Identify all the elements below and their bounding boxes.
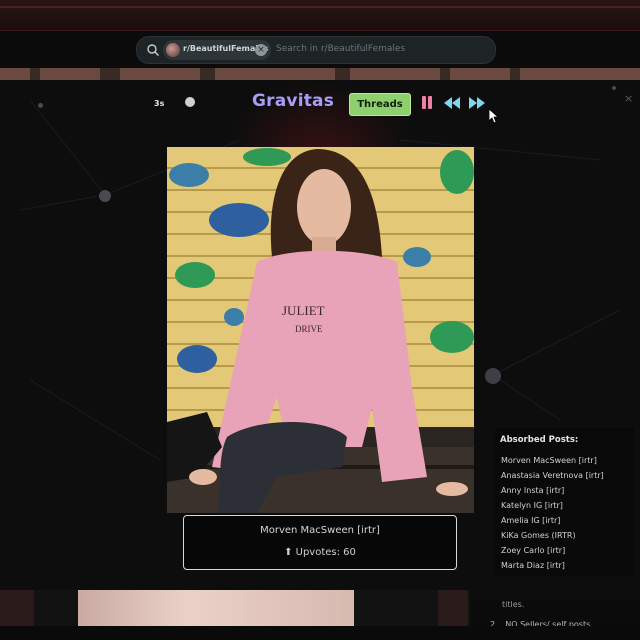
clear-chip-icon[interactable]: ×	[255, 44, 267, 56]
network-node	[99, 190, 111, 202]
post-image[interactable]: JULIET DRIVE	[167, 147, 474, 513]
close-icon[interactable]: ×	[624, 92, 633, 105]
background-thumbnail	[438, 590, 468, 626]
fast-forward-icon[interactable]	[468, 95, 486, 111]
background-thumbnail-strip	[0, 68, 640, 80]
threads-button[interactable]: Threads	[349, 93, 411, 116]
svg-text:DRIVE: DRIVE	[295, 324, 323, 334]
background-action-bar	[0, 626, 640, 640]
post-caption: Morven MacSween [irtr] ⬆ Upvotes: 60	[183, 515, 457, 570]
absorbed-post-item[interactable]: Zoey Carlo [irtr]	[501, 543, 604, 558]
pause-icon[interactable]	[420, 95, 434, 111]
post-title: Morven MacSween [irtr]	[260, 525, 380, 536]
absorbed-posts-heading: Absorbed Posts:	[500, 435, 579, 445]
background-thumbnail	[78, 590, 354, 626]
background-rule-text: titles.	[502, 600, 525, 609]
mouse-cursor-icon	[489, 109, 499, 124]
slideshow-timer: 3s	[154, 99, 165, 108]
absorbed-posts-panel: Absorbed Posts: Morven MacSween [irtr] A…	[495, 428, 634, 576]
background-thumbnail	[0, 590, 34, 626]
community-avatar	[166, 43, 180, 57]
absorbed-post-item[interactable]: Katelyn IG [irtr]	[501, 498, 604, 513]
absorbed-post-item[interactable]: Amelia IG [irtr]	[501, 513, 604, 528]
post-image-artwork: JULIET DRIVE	[167, 147, 474, 513]
search-bar[interactable]: r/BeautifulFemales × Search in r/Beautif…	[136, 36, 496, 64]
rewind-icon[interactable]	[443, 95, 461, 111]
search-input[interactable]: Search in r/BeautifulFemales	[276, 44, 405, 54]
search-icon	[147, 44, 159, 56]
community-chip[interactable]: r/BeautifulFemales ×	[163, 40, 271, 60]
timer-indicator	[185, 97, 195, 107]
absorbed-post-item[interactable]: Anny Insta [irtr]	[501, 483, 604, 498]
network-node	[485, 368, 501, 384]
app-title: Gravitas	[252, 91, 335, 111]
network-node	[612, 86, 616, 90]
absorbed-post-item[interactable]: Marta Diaz [irtr]	[501, 558, 604, 573]
page-header-strip	[0, 0, 640, 31]
svg-text:JULIET: JULIET	[282, 303, 325, 318]
network-node	[38, 103, 43, 108]
absorbed-posts-list: Morven MacSween [irtr] Anastasia Veretno…	[501, 453, 604, 573]
absorbed-post-item[interactable]: Anastasia Veretnova [irtr]	[501, 468, 604, 483]
absorbed-post-item[interactable]: KiKa Gomes (IRTR)	[501, 528, 604, 543]
upvote-count: ⬆ Upvotes: 60	[284, 547, 356, 558]
absorbed-post-item[interactable]: Morven MacSween [irtr]	[501, 453, 604, 468]
